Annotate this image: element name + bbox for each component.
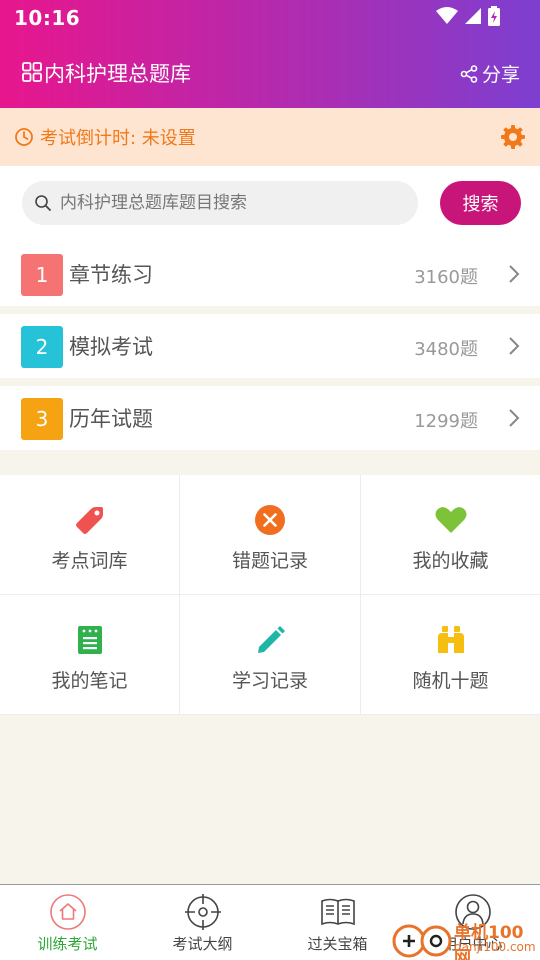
practice-item-chapter[interactable]: 1 章节练习 3160题 — [0, 242, 540, 306]
tool-keypoint-glossary[interactable]: 考点词库 — [0, 475, 180, 595]
practice-number-badge: 2 — [21, 326, 63, 368]
tool-label: 学习记录 — [231, 670, 308, 692]
heart-icon — [435, 507, 466, 533]
page-title: 内科护理总题库 — [44, 62, 191, 86]
wifi-icon — [436, 7, 458, 24]
chevron-right-icon — [509, 337, 520, 355]
home-icon — [49, 894, 86, 930]
gear-icon[interactable] — [500, 124, 526, 150]
tab-pass-treasure[interactable]: 过关宝箱 — [270, 885, 405, 960]
share-button[interactable]: 分享 — [460, 60, 520, 87]
tool-label: 错题记录 — [231, 550, 308, 572]
tool-label: 随机十题 — [412, 670, 489, 692]
status-bar: 10:16 — [0, 0, 540, 36]
practice-count: 3160题 — [414, 267, 478, 288]
clock-icon — [15, 128, 33, 146]
search-button[interactable]: 搜索 — [440, 181, 521, 225]
practice-count: 3480题 — [414, 339, 478, 360]
practice-label: 历年试题 — [69, 407, 153, 431]
tool-wrong-answers[interactable]: 错题记录 — [180, 475, 361, 595]
practice-label: 章节练习 — [69, 263, 153, 287]
tab-exam-syllabus[interactable]: 考试大纲 — [135, 885, 270, 960]
pencil-icon — [258, 626, 285, 653]
tools-grid: 考点词库 错题记录 我的收藏 我的笔记 学习记录 随机十题 — [0, 475, 540, 715]
practice-number-badge: 3 — [21, 398, 63, 440]
app-header: 10:16 内科护理总题库 分享 — [0, 0, 540, 108]
watermark: 单机100网 danji100.com — [392, 918, 540, 960]
search-input[interactable] — [60, 181, 410, 225]
title-bar: 内科护理总题库 分享 — [0, 52, 540, 92]
battery-icon — [488, 6, 500, 26]
book-icon — [320, 898, 355, 926]
practice-list: 1 章节练习 3160题 2 模拟考试 3480题 3 历年试题 1299题 — [0, 242, 540, 458]
status-time: 10:16 — [14, 6, 81, 30]
tab-training-exam[interactable]: 训练考试 — [0, 885, 135, 960]
grid-icon — [22, 62, 42, 82]
watermark-url: danji100.com — [454, 940, 536, 954]
countdown-text: 考试倒计时: 未设置 — [40, 128, 196, 149]
binoculars-icon — [437, 626, 464, 653]
chevron-right-icon — [509, 409, 520, 427]
share-label: 分享 — [481, 64, 520, 86]
practice-item-past-exams[interactable]: 3 历年试题 1299题 — [0, 386, 540, 450]
practice-item-mock-exam[interactable]: 2 模拟考试 3480题 — [0, 314, 540, 378]
practice-count: 1299题 — [414, 411, 478, 432]
target-icon — [184, 894, 221, 930]
tool-label: 我的收藏 — [412, 550, 489, 572]
tool-my-notes[interactable]: 我的笔记 — [0, 595, 180, 715]
close-circle-icon — [255, 505, 285, 535]
search-icon — [35, 195, 51, 211]
signal-icon — [465, 8, 481, 24]
status-icons — [436, 6, 500, 26]
search-box[interactable] — [22, 181, 418, 225]
tab-label: 过关宝箱 — [307, 935, 368, 953]
notebook-icon — [77, 626, 102, 654]
tool-label: 我的笔记 — [51, 670, 128, 692]
tab-label: 考试大纲 — [172, 935, 233, 953]
share-icon — [460, 64, 478, 83]
tool-label: 考点词库 — [51, 550, 128, 572]
chevron-right-icon — [509, 265, 520, 283]
search-area: 搜索 — [0, 166, 540, 242]
tool-random-ten[interactable]: 随机十题 — [361, 595, 540, 715]
tool-favorites[interactable]: 我的收藏 — [361, 475, 540, 595]
watermark-logo-icon — [392, 924, 452, 958]
practice-label: 模拟考试 — [69, 335, 153, 359]
practice-number-badge: 1 — [21, 254, 63, 296]
countdown-bar[interactable]: 考试倒计时: 未设置 — [0, 108, 540, 166]
tool-study-history[interactable]: 学习记录 — [180, 595, 361, 715]
tab-label: 训练考试 — [37, 935, 98, 953]
tag-icon — [75, 507, 103, 534]
